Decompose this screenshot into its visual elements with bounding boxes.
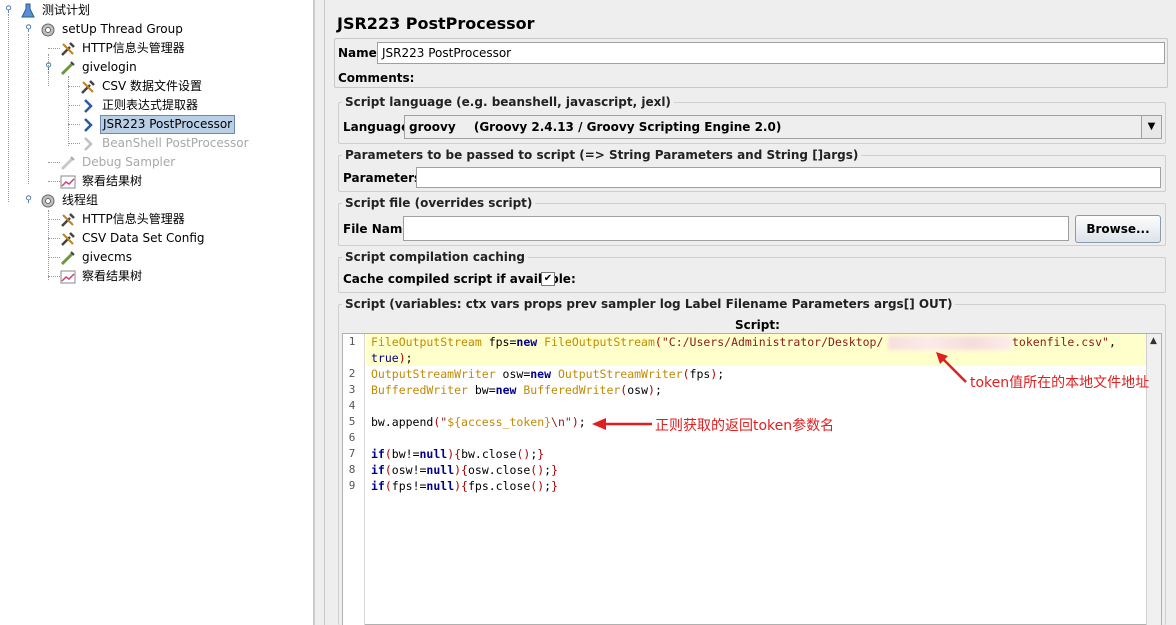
chevron-down-icon[interactable]: ▼: [1141, 116, 1161, 138]
line-number: 8: [348, 463, 356, 476]
caching-title: Script compilation caching: [342, 250, 528, 264]
tree-item-http-header-manager[interactable]: HTTP信息头管理器: [58, 39, 258, 58]
line-number: 2: [348, 367, 356, 380]
tree-item-label: givecms: [82, 250, 132, 264]
tree-item-label: 线程组: [62, 193, 99, 207]
language-value-short: groovy: [409, 120, 456, 134]
line-number: 9: [348, 479, 356, 492]
code-line: true);: [371, 351, 413, 365]
file-path-annotation: token值所在的本地文件地址: [970, 375, 1150, 391]
tree-item-label: 察看结果树: [82, 269, 143, 283]
line-number: 1: [348, 335, 356, 348]
name-label: Name:: [338, 46, 382, 60]
tree-item-view-results-tree[interactable]: 察看结果树: [58, 172, 258, 191]
wrench-icon: [61, 42, 75, 56]
tree-item-label: 正则表达式提取器: [102, 98, 199, 112]
collapse-toggle-icon[interactable]: ⚲: [44, 63, 53, 72]
collapse-toggle-icon[interactable]: ⚲: [24, 196, 33, 205]
cache-checkbox[interactable]: ✔: [541, 272, 555, 286]
gear-icon: [41, 23, 55, 37]
code-line: BufferedWriter bw=new BufferedWriter(osw…: [371, 383, 662, 397]
wrench-icon: [61, 232, 75, 246]
line-number: 6: [348, 431, 356, 444]
tree-item-label: 察看结果树: [82, 174, 143, 188]
tree-item-label: Debug Sampler: [82, 155, 176, 169]
tree-item-label: BeanShell PostProcessor: [102, 136, 249, 150]
collapse-toggle-icon[interactable]: ⚲: [4, 6, 13, 15]
scroll-up-arrow-icon[interactable]: ▲: [1147, 335, 1160, 348]
parameters-field[interactable]: [416, 167, 1161, 188]
tree-item-jsr223-postprocessor[interactable]: JSR223 PostProcessor: [78, 115, 278, 134]
split-pane-divider[interactable]: [314, 0, 324, 625]
parameters-label: Parameters:: [343, 171, 426, 185]
tree-item-thread-group[interactable]: 线程组: [38, 191, 238, 210]
file-name-field[interactable]: [403, 216, 1069, 241]
line-number: 5: [348, 415, 356, 428]
annotation-arrow-icon: [936, 352, 967, 383]
tree-item-label: HTTP信息头管理器: [82, 212, 185, 226]
chart-icon: [60, 175, 76, 189]
wrench-icon: [61, 213, 75, 227]
gear-icon: [41, 194, 55, 208]
redacted-path-blur: [888, 336, 1012, 350]
regex-annotation: 正则获取的返回token参数名: [655, 418, 835, 434]
arrow-icon: [84, 137, 93, 151]
name-field[interactable]: JSR223 PostProcessor: [377, 42, 1165, 64]
tree-item-regex-extractor[interactable]: 正则表达式提取器: [78, 96, 278, 115]
tree-item-csv-data-set-config[interactable]: CSV Data Set Config: [58, 229, 258, 248]
tree-item-label: HTTP信息头管理器: [82, 41, 185, 55]
pipette-icon: [60, 251, 75, 266]
test-plan-icon: [21, 3, 35, 18]
script-language-title: Script language (e.g. beanshell, javascr…: [342, 95, 674, 109]
tree-item-label: 测试计划: [42, 3, 91, 17]
tree-item-test-plan[interactable]: 测试计划: [18, 1, 138, 20]
code-line: if(fps!=null){fps.close();}: [371, 479, 559, 493]
tree-item-debug-sampler[interactable]: Debug Sampler: [58, 153, 258, 172]
tree-item-beanshell-postprocessor[interactable]: BeanShell PostProcessor: [78, 134, 298, 153]
wrench-icon: [81, 80, 95, 94]
check-icon: ✔: [543, 273, 553, 284]
code-line: if(bw!=null){bw.close();}: [371, 447, 545, 461]
tree-item-givecms[interactable]: givecms: [58, 248, 258, 267]
tree-item-label: JSR223 PostProcessor: [100, 115, 236, 134]
annotation-arrow-icon: [592, 418, 652, 430]
tree-item-label: CSV Data Set Config: [82, 231, 205, 245]
comments-label: Comments:: [338, 71, 415, 85]
tree-item-csv-data-set[interactable]: CSV 数据文件设置: [78, 77, 278, 96]
tree-item-givelogin[interactable]: givelogin: [58, 58, 258, 77]
panel-title: JSR223 PostProcessor: [337, 14, 535, 33]
tree-item-label: CSV 数据文件设置: [102, 79, 203, 93]
arrow-icon: [84, 118, 93, 132]
code-line: OutputStreamWriter osw=new OutputStreamW…: [371, 367, 725, 381]
pipette-icon: [60, 61, 75, 76]
pipette-icon: [60, 156, 75, 171]
script-file-title: Script file (overrides script): [342, 196, 536, 210]
script-header: Script:: [735, 318, 780, 332]
parameters-title: Parameters to be passed to script (=> St…: [342, 148, 862, 162]
line-number: 7: [348, 447, 356, 460]
tree-item-label: givelogin: [82, 60, 137, 74]
tree-item-http-header-manager[interactable]: HTTP信息头管理器: [58, 210, 258, 229]
code-line: tokenfile.csv",: [1012, 335, 1116, 349]
script-title: Script (variables: ctx vars props prev s…: [342, 297, 956, 311]
code-line: FileOutputStream fps=new FileOutputStrea…: [371, 335, 884, 349]
test-plan-tree[interactable]: ⚲ ⚲ ⚲ ⚲ 测试计划 setUp Thread Group HTTP信息头管…: [0, 0, 314, 625]
language-value-long: (Groovy 2.4.13 / Groovy Scripting Engine…: [473, 120, 782, 134]
line-number: 4: [348, 399, 356, 412]
code-line: if(osw!=null){osw.close();}: [371, 463, 559, 477]
tree-item-view-results-tree[interactable]: 察看结果树: [58, 267, 258, 286]
tree-item-label: setUp Thread Group: [62, 22, 183, 36]
line-number: 3: [348, 383, 356, 396]
language-select[interactable]: groovy (Groovy 2.4.13 / Groovy Scripting…: [404, 115, 1162, 139]
tree-item-setup-thread-group[interactable]: setUp Thread Group: [38, 20, 238, 39]
chart-icon: [60, 270, 76, 284]
code-line: bw.append("${access_token}\n");: [371, 415, 586, 429]
collapse-toggle-icon[interactable]: ⚲: [24, 25, 33, 34]
arrow-icon: [84, 99, 93, 113]
browse-button[interactable]: Browse...: [1075, 215, 1161, 243]
